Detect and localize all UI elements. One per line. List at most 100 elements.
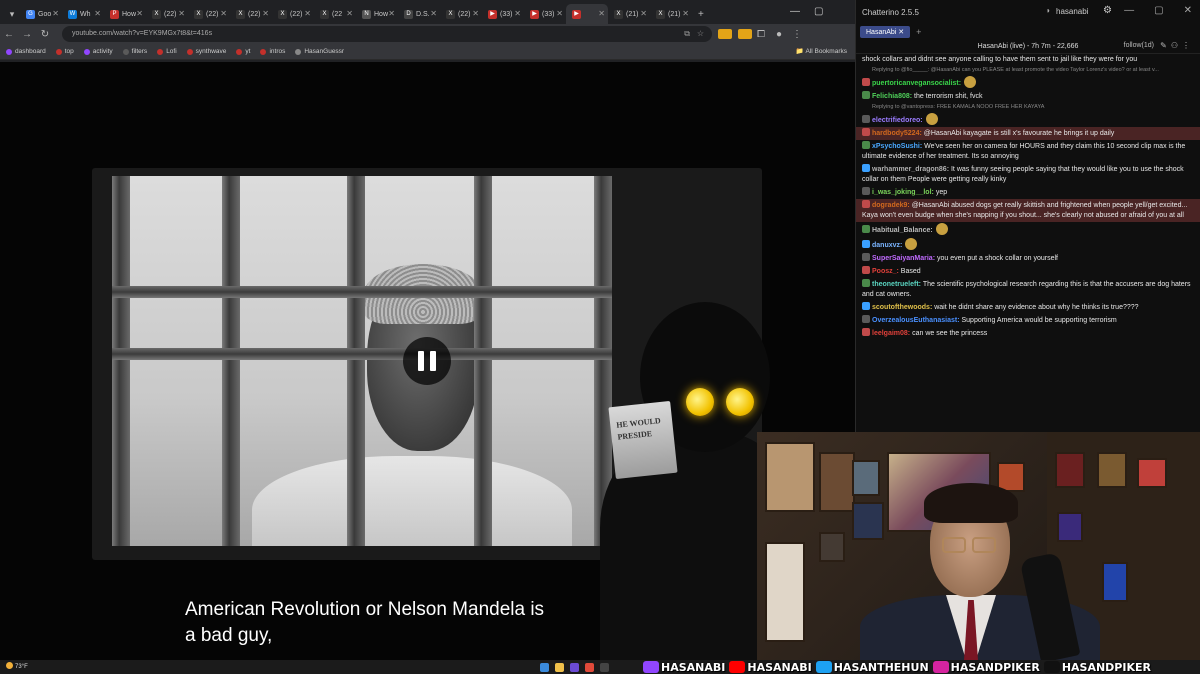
chat-username[interactable]: scoutofthewoods: — [872, 304, 932, 311]
video-player[interactable]: HE WOULD PRESIDE American Revolution or … — [0, 62, 855, 660]
chat-username[interactable]: dogradek9: — [872, 202, 910, 209]
chat-text: Based — [900, 268, 921, 275]
close-icon[interactable]: ✕ — [388, 9, 395, 18]
new-tab-button[interactable]: + — [698, 9, 704, 20]
tab-favicon-icon: X — [656, 9, 665, 19]
chrome-icon[interactable] — [585, 663, 594, 672]
chat-username[interactable]: xPsychoSushi: — [872, 143, 922, 150]
chat-username[interactable]: warhammer_dragon86: — [872, 166, 949, 173]
chat-username[interactable]: danuxvz: — [872, 242, 902, 249]
close-icon[interactable]: ✕ — [514, 9, 521, 18]
profile-icon[interactable]: ● — [770, 29, 788, 40]
account-name[interactable]: hasanabi — [1056, 7, 1088, 16]
close-icon[interactable]: ✕ — [52, 9, 59, 18]
browser-tab[interactable]: W Wh ✕ — [62, 4, 104, 24]
chat-username[interactable]: i_was_joking__lol: — [872, 189, 934, 196]
browser-tab[interactable]: D D.S. ✕ — [398, 4, 440, 24]
close-icon[interactable]: ✕ — [640, 9, 647, 18]
browser-tab[interactable]: X (22) ✕ — [230, 4, 272, 24]
bookmark-item[interactable]: yt — [236, 48, 250, 55]
chat-username[interactable]: Habitual_Balance: — [872, 227, 933, 234]
browser-tab[interactable]: P How ✕ — [104, 4, 146, 24]
browser-tab[interactable]: N How ✕ — [356, 4, 398, 24]
bookmark-item[interactable]: dashboard — [6, 48, 46, 55]
add-tab-button[interactable]: + — [916, 27, 921, 37]
windows-start-icon[interactable] — [540, 663, 549, 672]
chat-text: the terrorism shit, fvck — [914, 93, 983, 100]
browser-tab[interactable]: ▶ (33) ✕ — [482, 4, 524, 24]
bookmark-star-icon[interactable]: ☆ — [697, 26, 704, 42]
bookmark-item[interactable]: Lofi — [157, 48, 177, 55]
bookmark-item[interactable]: intros — [260, 48, 285, 55]
browser-tab[interactable]: X (21) ✕ — [608, 4, 650, 24]
browser-tab[interactable]: X (22 ✕ — [314, 4, 356, 24]
close-icon[interactable]: ✕ — [178, 9, 185, 18]
channel-actions[interactable]: ✎⚇⋮ — [1160, 41, 1194, 50]
bookmarks-bar: dashboard top activity filters Lofi synthwave… — [0, 44, 855, 60]
chat-username[interactable]: Poosz_: — [872, 268, 899, 275]
tab-search-icon[interactable]: ▾ — [4, 6, 20, 22]
minimize-icon[interactable]: — — [1124, 5, 1134, 16]
close-icon[interactable]: ✕ — [304, 9, 311, 18]
close-icon[interactable]: ✕ — [430, 9, 437, 18]
browser-tab[interactable]: X (22) ✕ — [188, 4, 230, 24]
extension-icon[interactable] — [718, 29, 732, 39]
chat-username[interactable]: leelgaim08: — [872, 330, 910, 337]
maximize-icon[interactable]: ▢ — [814, 6, 823, 17]
close-icon[interactable]: ✕ — [262, 9, 269, 18]
app-icon[interactable] — [600, 663, 609, 672]
browser-tab[interactable]: X (22) ✕ — [440, 4, 482, 24]
close-icon[interactable]: ✕ — [682, 9, 689, 18]
reload-icon[interactable]: ↻ — [36, 29, 54, 40]
browser-tab[interactable]: X (22) ✕ — [272, 4, 314, 24]
bookmark-item[interactable]: synthwave — [186, 48, 226, 55]
social-handle: HASANABI — [729, 661, 812, 674]
chat-message: scoutofthewoods: wait he didnt share any… — [862, 301, 1194, 314]
chat-tab-hasanabi[interactable]: HasanAbi ✕ — [860, 26, 911, 38]
pause-icon[interactable] — [403, 337, 451, 385]
chat-username[interactable]: SuperSaiyanMaria: — [872, 255, 935, 262]
bookmark-item[interactable]: HasanGuessr — [295, 48, 344, 55]
address-bar[interactable]: youtube.com/watch?v=EYK9MGx7t8&t=416s ⧉ … — [62, 26, 712, 42]
framed-photo — [852, 460, 880, 496]
back-icon[interactable]: ← — [0, 29, 18, 40]
browser-tab[interactable]: ▶ (33) ✕ — [524, 4, 566, 24]
all-bookmarks-link[interactable]: 📁 All Bookmarks — [796, 47, 847, 55]
browser-tab[interactable]: X (21) ✕ — [650, 4, 692, 24]
chat-username[interactable]: OverzealousEuthanasiast: — [872, 317, 960, 324]
bookmark-item[interactable]: top — [55, 48, 74, 55]
close-icon[interactable]: ✕ — [556, 9, 563, 18]
chat-username[interactable]: Felichia808: — [872, 93, 912, 100]
maximize-icon[interactable]: ▢ — [1154, 5, 1163, 16]
bookmark-favicon-icon — [236, 48, 243, 55]
weather-widget[interactable]: 73°F — [6, 662, 28, 670]
extensions-puzzle-icon[interactable]: ⧠ — [752, 29, 770, 40]
chat-username[interactable]: electrifiedoreo: — [872, 117, 923, 124]
extension-icon[interactable] — [738, 29, 752, 39]
follow-mode[interactable]: follow(1d) — [1124, 42, 1154, 49]
close-icon[interactable]: ✕ — [472, 9, 479, 18]
channel-status: HasanAbi (live) - 7h 7m - 22,666 — [977, 43, 1079, 50]
close-icon[interactable]: ✕ — [94, 9, 101, 18]
minimize-icon[interactable]: — — [790, 6, 800, 17]
discord-icon[interactable] — [570, 663, 579, 672]
chat-username[interactable]: hardbody5224: — [872, 130, 922, 137]
close-icon[interactable]: ✕ — [136, 9, 143, 18]
close-icon[interactable]: ✕ — [598, 9, 605, 18]
close-icon[interactable]: ✕ — [220, 9, 227, 18]
gear-icon[interactable]: ⚙ — [1103, 5, 1112, 16]
browser-tab[interactable]: G Goo ✕ — [20, 4, 62, 24]
file-explorer-icon[interactable] — [555, 663, 564, 672]
close-icon[interactable]: ✕ — [1184, 5, 1192, 16]
close-icon[interactable]: ✕ — [346, 9, 353, 18]
install-icon[interactable]: ⧉ — [684, 26, 690, 42]
browser-tab[interactable]: X (22) ✕ — [146, 4, 188, 24]
forward-icon[interactable]: → — [18, 29, 36, 40]
menu-kebab-icon[interactable]: ⋮ — [788, 29, 806, 40]
chat-username[interactable]: puertoricanvegansocialist: — [872, 80, 961, 87]
chat-message: Poosz_: Based — [862, 265, 1194, 278]
bookmark-item[interactable]: activity — [83, 48, 113, 55]
bookmark-item[interactable]: filters — [122, 48, 147, 55]
chat-username[interactable]: theonetrueleft: — [872, 281, 921, 288]
browser-tab[interactable]: ▶ ✕ — [566, 4, 608, 24]
